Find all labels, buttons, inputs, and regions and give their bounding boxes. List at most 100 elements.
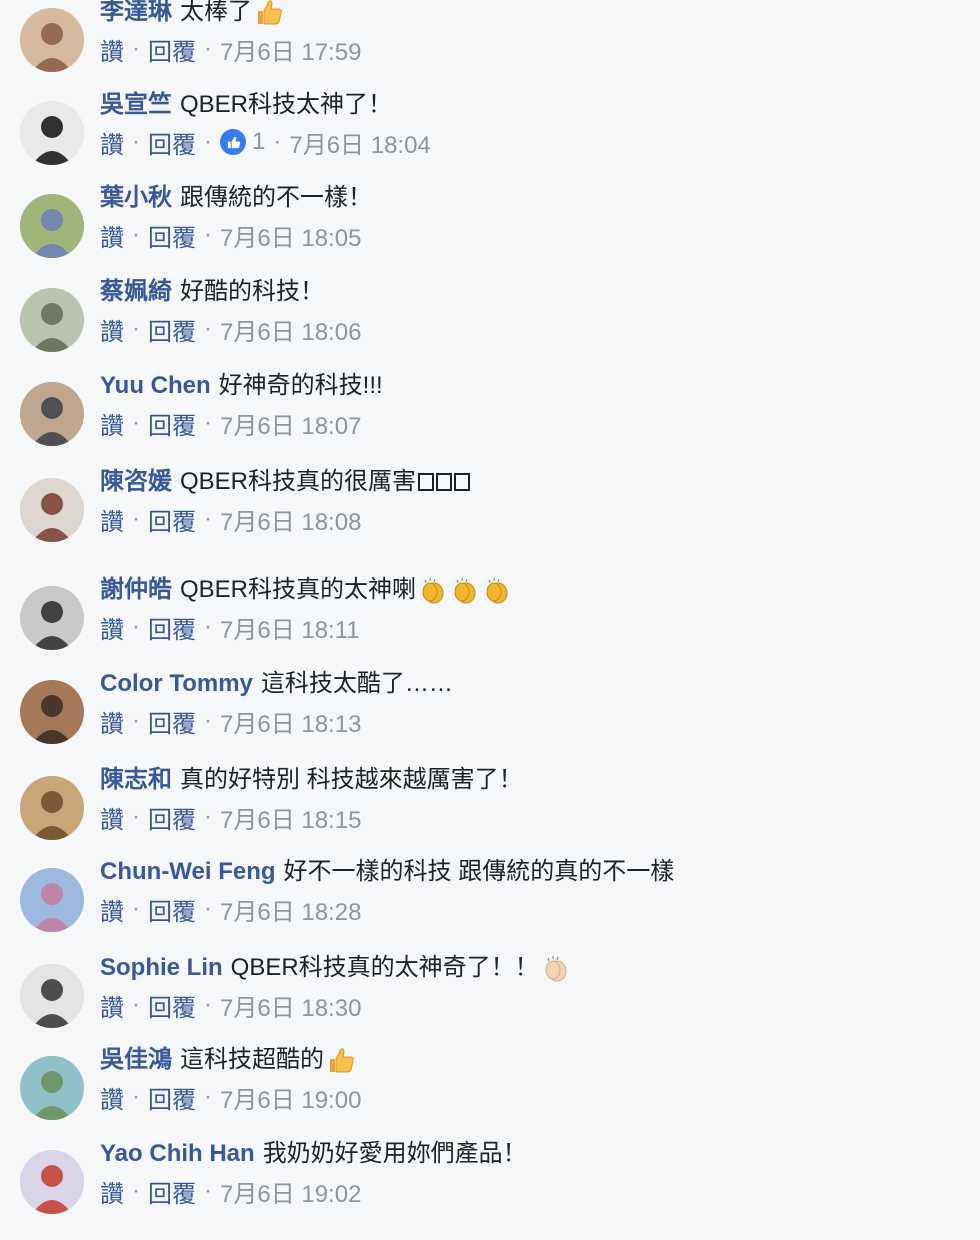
reply-button[interactable]: 回覆 bbox=[148, 32, 196, 67]
like-button[interactable]: 讚 bbox=[100, 704, 124, 739]
like-button[interactable]: 讚 bbox=[100, 32, 124, 67]
comment-body: 吳佳鴻 這科技超酷的 bbox=[100, 1040, 356, 1080]
comment-author[interactable]: 葉小秋 bbox=[100, 178, 172, 218]
comment-timestamp[interactable]: 7月6日 18:11 bbox=[220, 610, 360, 645]
comment-text: 我奶奶好愛用妳們產品！ bbox=[262, 1140, 527, 1167]
separator: · bbox=[132, 613, 140, 640]
reply-button[interactable]: 回覆 bbox=[148, 502, 196, 537]
comment-text: QBER科技真的太神喇 bbox=[180, 576, 417, 603]
like-button[interactable]: 讚 bbox=[100, 218, 124, 253]
comment-timestamp[interactable]: 7月6日 18:15 bbox=[220, 800, 361, 835]
like-reaction-icon bbox=[220, 129, 246, 155]
avatar[interactable] bbox=[20, 964, 84, 1028]
like-button[interactable]: 讚 bbox=[100, 1080, 124, 1115]
comment-body: Color Tommy 這科技太酷了…… bbox=[100, 664, 453, 704]
reply-button[interactable]: 回覆 bbox=[148, 892, 196, 927]
comment-timestamp[interactable]: 7月6日 18:08 bbox=[220, 502, 361, 537]
comment-author[interactable]: 吳佳鴻 bbox=[100, 1040, 172, 1080]
separator: · bbox=[132, 803, 140, 830]
separator: · bbox=[132, 895, 140, 922]
thumbs-up-icon bbox=[326, 1045, 356, 1075]
comment-text: QBER科技真的很厲害 bbox=[180, 468, 417, 495]
comment-author[interactable]: Chun-Wei Feng bbox=[100, 852, 276, 892]
reaction-count[interactable]: 1 bbox=[220, 128, 265, 156]
comment-item: 蔡姵綺 好酷的科技！讚 · 回覆 · 7月6日 18:06 bbox=[0, 278, 980, 378]
comment-author[interactable]: Yuu Chen bbox=[100, 366, 211, 406]
reply-button[interactable]: 回覆 bbox=[148, 125, 196, 160]
comment-timestamp[interactable]: 7月6日 18:06 bbox=[220, 312, 361, 347]
avatar[interactable] bbox=[20, 8, 84, 72]
comment-body: 吳宣竺 QBER科技太神了！ bbox=[100, 85, 392, 125]
separator: · bbox=[132, 1083, 140, 1110]
avatar[interactable] bbox=[20, 586, 84, 650]
comment-author[interactable]: 蔡姵綺 bbox=[100, 272, 172, 312]
comment-actions: 讚 · 回覆 · 7月6日 18:15 bbox=[100, 800, 361, 834]
comment-text: 跟傳統的不一樣！ bbox=[180, 184, 372, 211]
comment-timestamp[interactable]: 7月6日 18:13 bbox=[220, 704, 361, 739]
comment-timestamp[interactable]: 7月6日 18:28 bbox=[220, 892, 361, 927]
separator: · bbox=[204, 803, 212, 830]
comment-actions: 讚 · 回覆 · 7月6日 18:08 bbox=[100, 502, 361, 536]
comment-item: 吳佳鴻 這科技超酷的讚 · 回覆 · 7月6日 19:00 bbox=[0, 1046, 980, 1146]
avatar[interactable] bbox=[20, 478, 84, 542]
reply-button[interactable]: 回覆 bbox=[148, 218, 196, 253]
reaction-count-value: 1 bbox=[252, 128, 266, 155]
separator: · bbox=[204, 895, 212, 922]
avatar[interactable] bbox=[20, 288, 84, 352]
like-button[interactable]: 讚 bbox=[100, 800, 124, 835]
reply-button[interactable]: 回覆 bbox=[148, 312, 196, 347]
like-button[interactable]: 讚 bbox=[100, 610, 124, 645]
separator: · bbox=[204, 315, 212, 342]
like-button[interactable]: 讚 bbox=[100, 1174, 124, 1209]
comment-item: Yuu Chen 好神奇的科技!!! 讚 · 回覆 · 7月6日 18:07 bbox=[0, 372, 980, 472]
comment-author[interactable]: Yao Chih Han bbox=[100, 1134, 255, 1174]
reply-button[interactable]: 回覆 bbox=[148, 704, 196, 739]
avatar[interactable] bbox=[20, 382, 84, 446]
comment-timestamp[interactable]: 7月6日 18:07 bbox=[220, 406, 361, 441]
like-button[interactable]: 讚 bbox=[100, 502, 124, 537]
comment-body: 謝仲皓 QBER科技真的太神喇 bbox=[100, 570, 512, 610]
avatar[interactable] bbox=[20, 101, 84, 165]
like-button[interactable]: 讚 bbox=[100, 125, 124, 160]
like-button[interactable]: 讚 bbox=[100, 988, 124, 1023]
comment-item: Color Tommy 這科技太酷了…… 讚 · 回覆 · 7月6日 18:13 bbox=[0, 670, 980, 770]
separator: · bbox=[132, 1177, 140, 1204]
like-button[interactable]: 讚 bbox=[100, 406, 124, 441]
avatar[interactable] bbox=[20, 680, 84, 744]
reply-button[interactable]: 回覆 bbox=[148, 406, 196, 441]
separator: · bbox=[204, 707, 212, 734]
comment-timestamp[interactable]: 7月6日 17:59 bbox=[220, 32, 361, 67]
comment-author[interactable]: 謝仲皓 bbox=[100, 570, 172, 610]
reply-button[interactable]: 回覆 bbox=[148, 988, 196, 1023]
reply-button[interactable]: 回覆 bbox=[148, 800, 196, 835]
reply-button[interactable]: 回覆 bbox=[148, 610, 196, 645]
separator: · bbox=[204, 505, 212, 532]
comment-author[interactable]: 吳宣竺 bbox=[100, 85, 172, 125]
comment-author[interactable]: 陳咨媛 bbox=[100, 462, 172, 502]
comment-timestamp[interactable]: 7月6日 18:05 bbox=[220, 218, 361, 253]
comment-actions: 讚 · 回覆 · 7月6日 17:59 bbox=[100, 32, 361, 66]
separator: · bbox=[204, 409, 212, 436]
comment-author[interactable]: 陳志和 bbox=[100, 760, 172, 800]
separator: · bbox=[132, 505, 140, 532]
like-button[interactable]: 讚 bbox=[100, 312, 124, 347]
separator: · bbox=[204, 35, 212, 62]
avatar[interactable] bbox=[20, 868, 84, 932]
comment-text: 這科技超酷的 bbox=[180, 1046, 324, 1073]
comment-timestamp[interactable]: 7月6日 18:30 bbox=[220, 988, 361, 1023]
comment-author[interactable]: Color Tommy bbox=[100, 664, 253, 704]
comment-timestamp[interactable]: 7月6日 19:00 bbox=[220, 1080, 361, 1115]
avatar[interactable] bbox=[20, 1150, 84, 1214]
comment-author[interactable]: Sophie Lin bbox=[100, 948, 223, 988]
comment-author[interactable]: 李達琳 bbox=[100, 0, 172, 32]
reply-button[interactable]: 回覆 bbox=[148, 1080, 196, 1115]
comment-actions: 讚 · 回覆 · 7月6日 18:11 bbox=[100, 610, 360, 644]
avatar[interactable] bbox=[20, 776, 84, 840]
avatar[interactable] bbox=[20, 194, 84, 258]
avatar[interactable] bbox=[20, 1056, 84, 1120]
reply-button[interactable]: 回覆 bbox=[148, 1174, 196, 1209]
comment-timestamp[interactable]: 7月6日 19:02 bbox=[220, 1174, 361, 1209]
clapping-hands-icon bbox=[482, 575, 512, 605]
like-button[interactable]: 讚 bbox=[100, 892, 124, 927]
comment-timestamp[interactable]: 7月6日 18:04 bbox=[289, 125, 430, 160]
